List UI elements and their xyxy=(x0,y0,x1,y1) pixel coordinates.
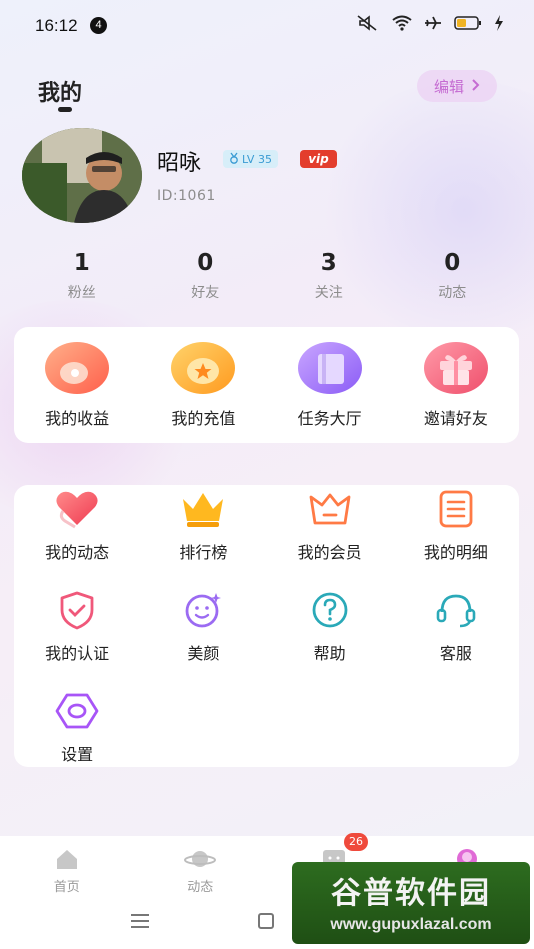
tab-feed[interactable]: 动态 xyxy=(134,836,268,899)
watermark-url: www.gupuxlazal.com xyxy=(330,916,492,933)
gift-icon xyxy=(423,341,489,395)
watermark-title: 谷普软件园 xyxy=(331,876,491,911)
notification-count-badge: 4 xyxy=(90,17,107,34)
tab-home[interactable]: 首页 xyxy=(0,836,134,899)
headset-icon xyxy=(432,590,480,630)
quick-action-label: 我的收益 xyxy=(45,409,110,428)
title-underline xyxy=(58,107,72,112)
home-icon xyxy=(55,850,79,874)
help-icon xyxy=(306,590,354,630)
battery-icon xyxy=(454,15,482,35)
quick-action-label: 我的充值 xyxy=(171,409,236,428)
menu-card: 我的动态 排行榜 我的会员 我的明细 我的认证 美颜 帮助 客服 设置 xyxy=(14,485,519,767)
tab-label: 首页 xyxy=(53,880,80,895)
menu-item-membership[interactable]: 我的会员 xyxy=(267,485,393,586)
vip-badge: vip xyxy=(300,150,337,168)
menu-item-label: 我的会员 xyxy=(297,543,362,562)
beauty-face-icon xyxy=(179,590,227,630)
vip-crown-icon xyxy=(306,489,354,529)
menu-item-label: 我的认证 xyxy=(45,644,110,663)
page-title: 我的 xyxy=(38,81,83,106)
menu-icon[interactable] xyxy=(130,913,150,933)
level-badge: LV 35 xyxy=(223,150,278,168)
quick-action-recharge[interactable]: 我的充值 xyxy=(140,327,266,429)
stat-value: 0 xyxy=(197,250,214,276)
menu-item-label: 美颜 xyxy=(187,644,220,663)
level-text: LV 35 xyxy=(242,152,272,166)
wifi-icon xyxy=(392,15,412,35)
earnings-icon xyxy=(44,341,110,395)
list-icon xyxy=(432,489,480,529)
menu-item-details[interactable]: 我的明细 xyxy=(393,485,519,586)
quick-action-label: 任务大厅 xyxy=(297,409,362,428)
stat-value: 0 xyxy=(444,250,461,276)
menu-item-label: 客服 xyxy=(439,644,472,663)
nickname: 昭咏 xyxy=(157,151,202,176)
mute-icon xyxy=(356,15,380,35)
stat-label: 粉丝 xyxy=(67,285,96,301)
quick-action-label: 邀请好友 xyxy=(423,409,488,428)
stat-label: 动态 xyxy=(438,285,467,301)
menu-item-label: 设置 xyxy=(61,745,94,764)
stat-label: 关注 xyxy=(314,285,343,301)
edit-button-label: 编辑 xyxy=(433,77,464,96)
airplane-icon xyxy=(424,15,442,35)
task-hall-icon xyxy=(297,341,363,395)
menu-item-help[interactable]: 帮助 xyxy=(267,586,393,687)
charging-icon xyxy=(494,15,504,35)
menu-item-customer-service[interactable]: 客服 xyxy=(393,586,519,687)
chevron-right-icon xyxy=(472,77,480,95)
tab-label: 动态 xyxy=(187,880,214,895)
menu-item-ranking[interactable]: 排行榜 xyxy=(140,485,266,586)
quick-action-task-hall[interactable]: 任务大厅 xyxy=(267,327,393,429)
status-time: 16:12 xyxy=(35,16,78,35)
menu-item-label: 我的明细 xyxy=(423,543,488,562)
menu-item-label: 我的动态 xyxy=(45,543,110,562)
shield-check-icon xyxy=(53,590,101,630)
medal-icon xyxy=(229,152,239,167)
menu-item-label: 排行榜 xyxy=(179,543,228,562)
menu-item-my-posts[interactable]: 我的动态 xyxy=(14,485,140,586)
stat-value: 1 xyxy=(73,250,90,276)
avatar[interactable] xyxy=(22,128,142,223)
menu-item-label: 帮助 xyxy=(313,644,346,663)
planet-icon xyxy=(184,851,217,874)
stat-label: 好友 xyxy=(191,285,220,301)
stat-friends[interactable]: 0 好友 xyxy=(144,250,268,310)
edit-button[interactable]: 编辑 xyxy=(417,70,497,102)
watermark-logo: 谷普软件园 www.gupuxlazal.com xyxy=(292,862,530,944)
status-bar: 16:12 4 xyxy=(0,0,534,52)
stat-posts[interactable]: 0 动态 xyxy=(391,250,515,310)
settings-hex-icon xyxy=(53,691,101,731)
stats-row: 1 粉丝 0 好友 3 关注 0 动态 xyxy=(20,250,514,310)
quick-actions-card: 我的收益 我的充值 任务大厅 邀请好友 xyxy=(14,327,519,443)
message-count-badge: 26 xyxy=(344,833,368,851)
quick-action-earnings[interactable]: 我的收益 xyxy=(14,327,140,429)
recharge-icon xyxy=(170,341,236,395)
stat-following[interactable]: 3 关注 xyxy=(267,250,391,310)
quick-action-invite[interactable]: 邀请好友 xyxy=(393,327,519,429)
crown-icon xyxy=(179,489,227,529)
user-id: ID:1061 xyxy=(157,188,216,204)
menu-item-settings[interactable]: 设置 xyxy=(14,687,140,788)
stat-fans[interactable]: 1 粉丝 xyxy=(20,250,144,310)
menu-item-verification[interactable]: 我的认证 xyxy=(14,586,140,687)
heart-icon xyxy=(53,489,101,529)
home-square-icon[interactable] xyxy=(258,913,274,929)
menu-item-beauty[interactable]: 美颜 xyxy=(140,586,266,687)
stat-value: 3 xyxy=(320,250,337,276)
